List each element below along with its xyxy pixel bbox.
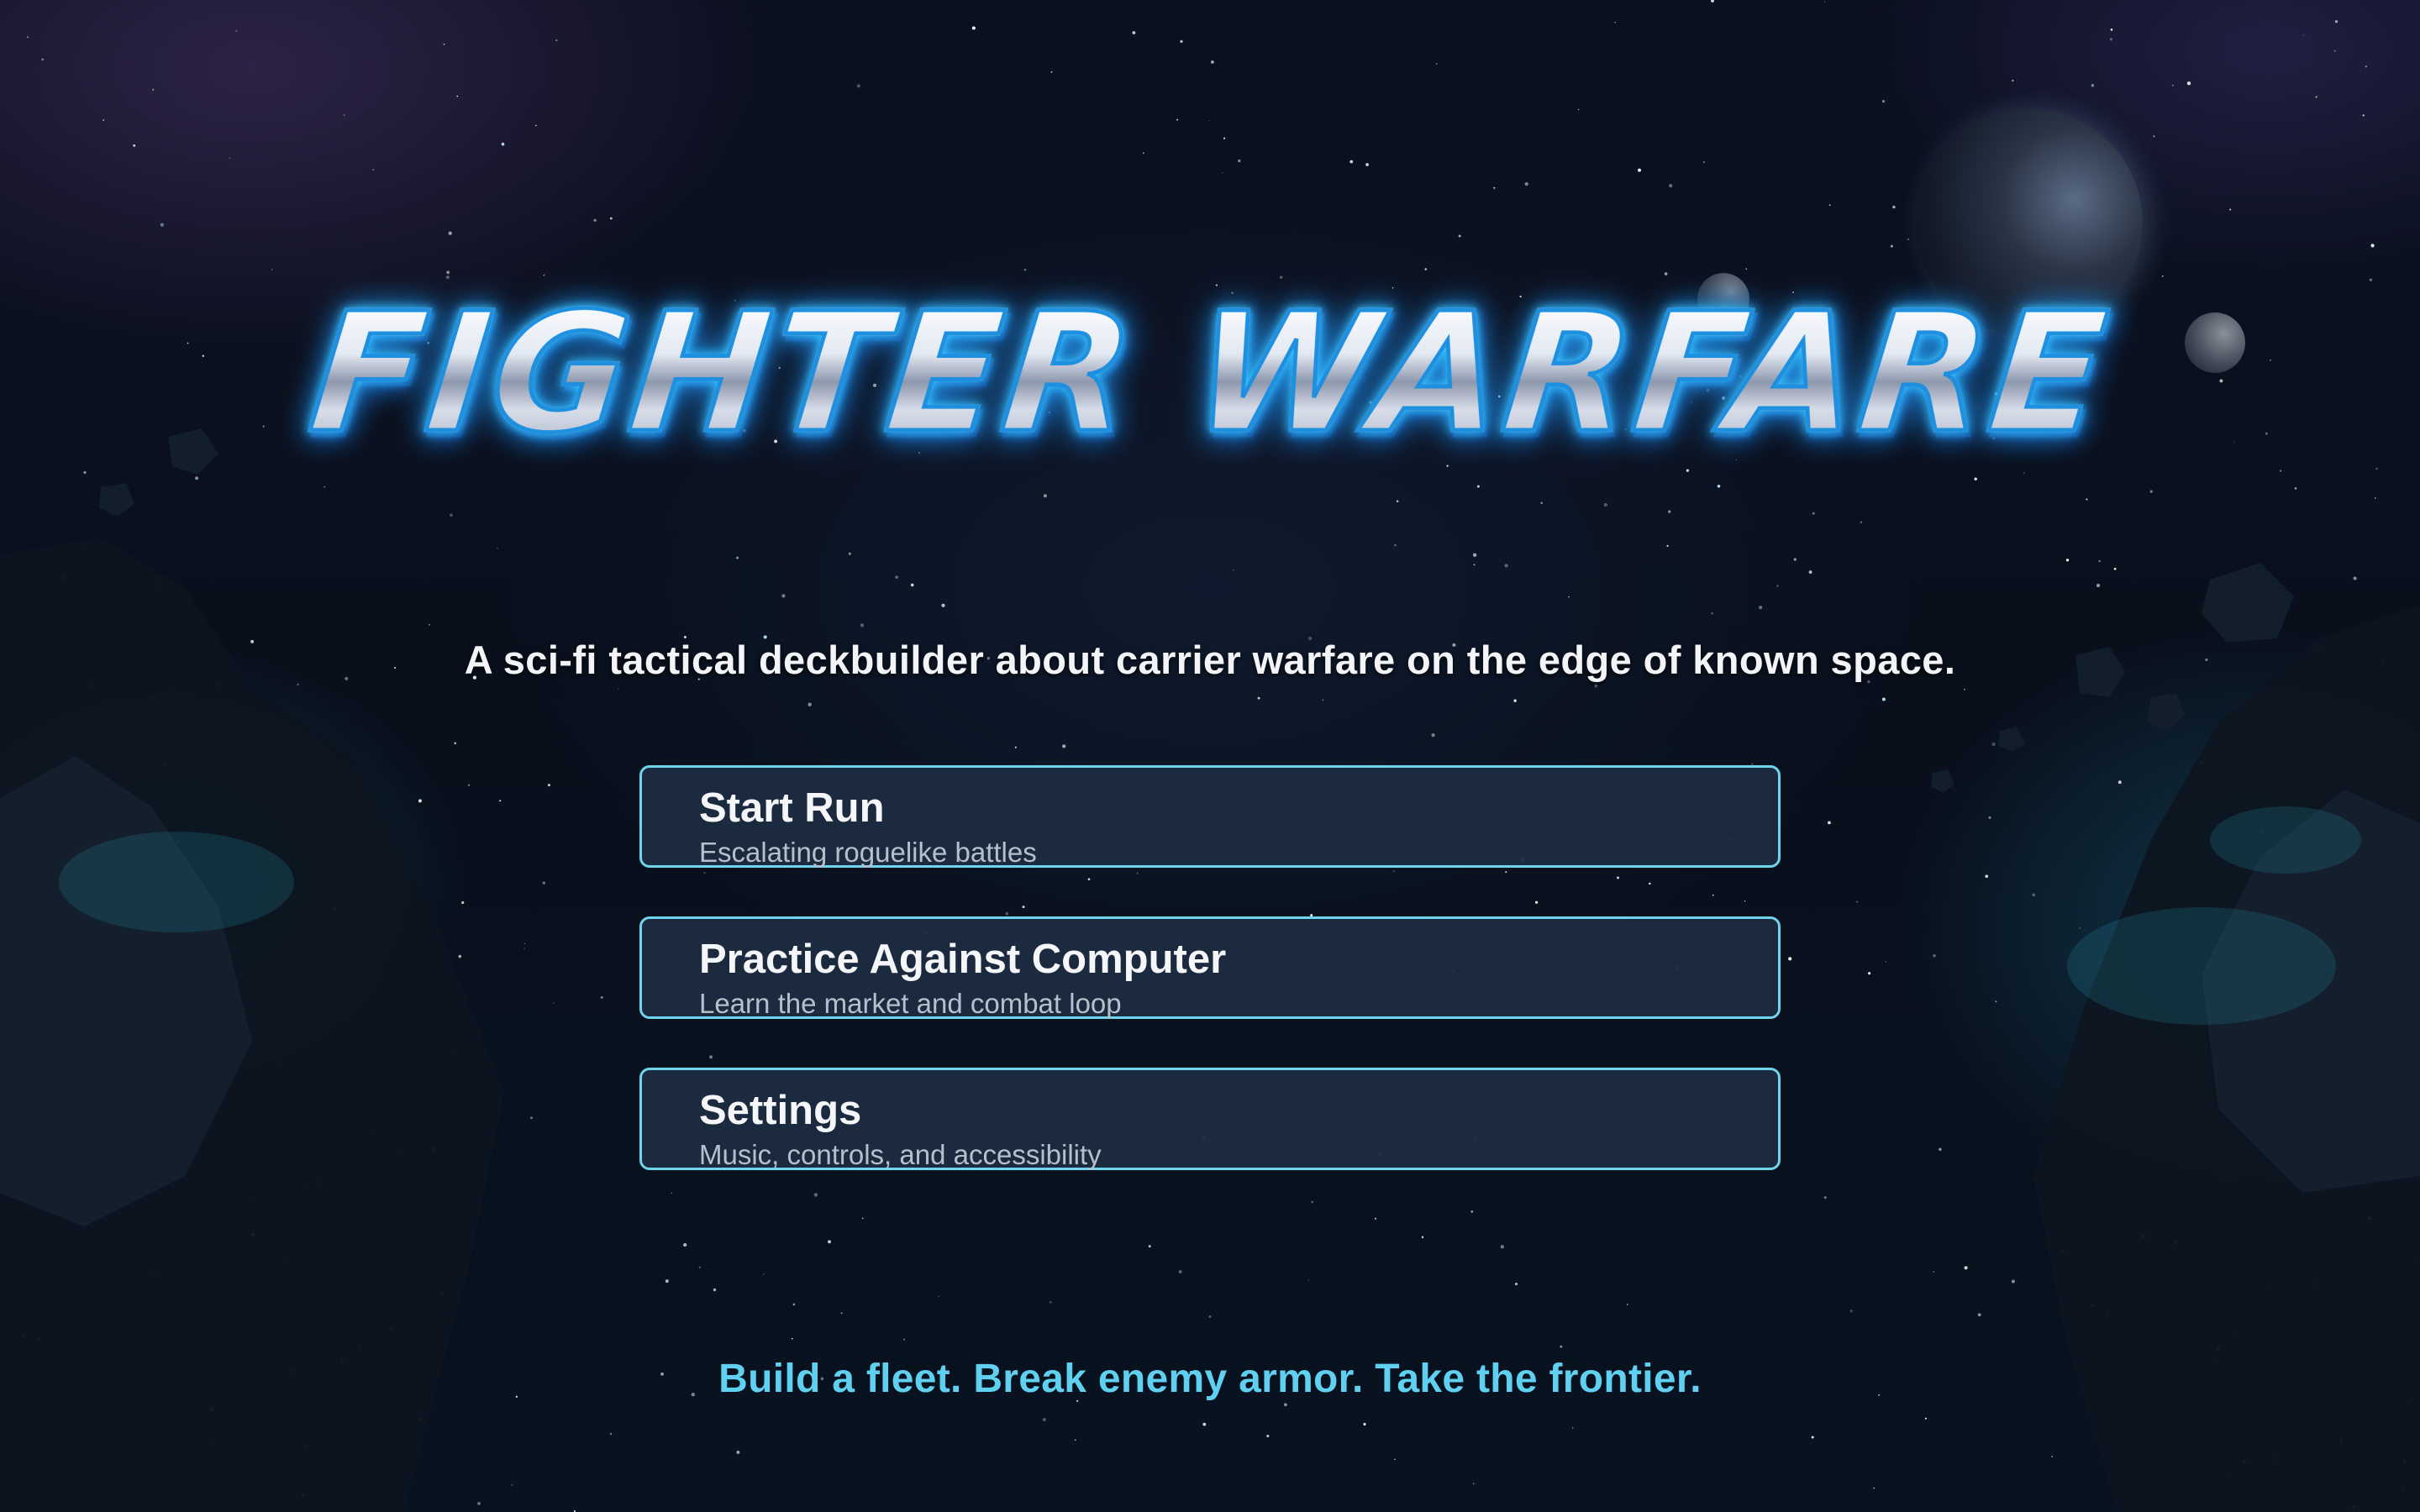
menu-button-title: Practice Against Computer	[699, 937, 1227, 982]
game-logo: FIGHTER WARFARE	[301, 276, 2119, 472]
menu-button-description: Music, controls, and accessibility	[699, 1139, 1102, 1170]
menu-button-description: Learn the market and combat loop	[699, 988, 1122, 1019]
settings-button[interactable]: Settings Music, controls, and accessibil…	[639, 1068, 1781, 1170]
menu-button-title: Settings	[699, 1088, 862, 1133]
moon-graphic	[2185, 312, 2245, 373]
practice-against-computer-button[interactable]: Practice Against Computer Learn the mark…	[639, 916, 1781, 1019]
game-tagline: A sci-fi tactical deckbuilder about carr…	[464, 638, 1956, 682]
game-logo-text: FIGHTER WARFARE	[301, 276, 2119, 472]
start-run-button[interactable]: Start Run Escalating roguelike battles	[639, 765, 1781, 868]
menu-button-title: Start Run	[699, 785, 885, 831]
title-screen: FIGHTER WARFARE A sci-fi tactical deckbu…	[0, 0, 2420, 1512]
menu-button-description: Escalating roguelike battles	[699, 837, 1037, 868]
footer-slogan: Build a fleet. Break enemy armor. Take t…	[718, 1357, 1702, 1401]
